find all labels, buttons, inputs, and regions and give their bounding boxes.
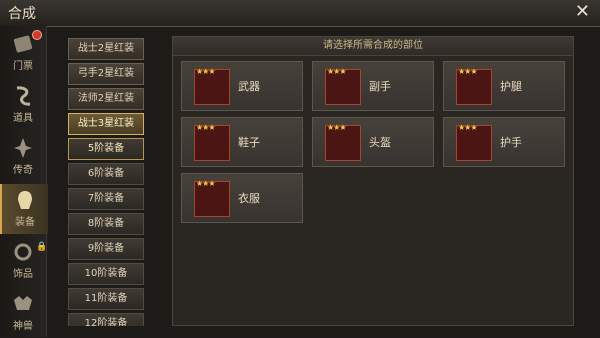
tier-8-equipment[interactable]: 8阶装备	[68, 213, 144, 235]
slot-stars: ★★★	[458, 123, 477, 132]
slot-leggings[interactable]: ★★★ 护腿	[443, 61, 565, 111]
slot-label: 护手	[500, 136, 522, 149]
panel-header: 请选择所需合成的部位	[173, 37, 573, 56]
nav-item-tickets[interactable]: 门票	[0, 28, 46, 78]
gauntlets-icon: ★★★	[456, 123, 492, 161]
nav-label-items: 道具	[13, 113, 33, 124]
leggings-icon: ★★★	[456, 67, 492, 105]
weapon-icon: ★★★	[194, 67, 230, 105]
tier-6-equipment[interactable]: 6阶装备	[68, 163, 144, 185]
helmet-icon: ★★★	[325, 123, 361, 161]
tier-9-equipment[interactable]: 9阶装备	[68, 238, 144, 260]
category-list[interactable]: 战士2星红装 弓手2星红装 法师2星红装 战士3星红装 5阶装备 6阶装备 7阶…	[66, 36, 146, 326]
tier-10-equipment[interactable]: 10阶装备	[68, 263, 144, 285]
category-archer-2star[interactable]: 弓手2星红装	[68, 63, 144, 85]
accessory-icon	[14, 243, 32, 261]
slot-label: 副手	[369, 80, 391, 93]
beast-icon	[14, 296, 32, 310]
nav-label-accessories: 饰品	[13, 269, 33, 280]
slot-stars: ★★★	[196, 179, 215, 188]
slot-label: 头盔	[369, 136, 391, 149]
title-bar: 合成 ✕	[0, 0, 600, 27]
nav-item-legend[interactable]: 传奇	[0, 132, 46, 182]
legend-icon	[14, 138, 32, 158]
tier-12-equipment[interactable]: 12阶装备	[68, 313, 144, 326]
offhand-icon: ★★★	[325, 67, 361, 105]
slot-label: 鞋子	[238, 136, 260, 149]
category-warrior-3star[interactable]: 战士3星红装	[68, 113, 144, 135]
slot-stars: ★★★	[196, 123, 215, 132]
tier-5-equipment[interactable]: 5阶装备	[68, 138, 144, 160]
item-icon	[16, 86, 31, 106]
notification-badge	[32, 30, 42, 40]
slot-armor[interactable]: ★★★ 衣服	[181, 173, 303, 223]
nav-item-equipment[interactable]: 装备	[0, 184, 48, 234]
tier-11-equipment[interactable]: 11阶装备	[68, 288, 144, 310]
slot-stars: ★★★	[458, 67, 477, 76]
nav-item-accessories[interactable]: 🔒 饰品	[0, 236, 48, 286]
slot-offhand[interactable]: ★★★ 副手	[312, 61, 434, 111]
left-nav: 门票 道具 传奇 装备 🔒 饰品 神兽	[0, 26, 48, 338]
tier-7-equipment[interactable]: 7阶装备	[68, 188, 144, 210]
slot-helmet[interactable]: ★★★ 头盔	[312, 117, 434, 167]
category-warrior-2star[interactable]: 战士2星红装	[68, 38, 144, 60]
lock-icon: 🔒	[36, 242, 48, 252]
equipment-panel: 请选择所需合成的部位 ★★★ 武器 ★★★ 副手 ★★★ 护腿 ★★★ 鞋子 ★…	[172, 36, 574, 326]
close-icon[interactable]: ✕	[575, 1, 590, 22]
window-title: 合成	[8, 6, 36, 22]
slot-weapon[interactable]: ★★★ 武器	[181, 61, 303, 111]
nav-label-tickets: 门票	[13, 61, 33, 72]
slot-label: 护腿	[500, 80, 522, 93]
category-mage-2star[interactable]: 法师2星红装	[68, 88, 144, 110]
nav-item-items[interactable]: 道具	[0, 80, 46, 130]
boots-icon: ★★★	[194, 123, 230, 161]
slot-label: 武器	[238, 80, 260, 93]
nav-label-equipment: 装备	[15, 217, 35, 228]
equipment-icon	[18, 191, 32, 209]
nav-label-legend: 传奇	[13, 165, 33, 176]
slot-gauntlets[interactable]: ★★★ 护手	[443, 117, 565, 167]
nav-item-beast[interactable]: 神兽	[0, 288, 46, 338]
nav-label-beast: 神兽	[13, 321, 33, 332]
slot-boots[interactable]: ★★★ 鞋子	[181, 117, 303, 167]
armor-icon: ★★★	[194, 179, 230, 217]
slot-label: 衣服	[238, 192, 260, 205]
slot-stars: ★★★	[196, 67, 215, 76]
slot-stars: ★★★	[327, 123, 346, 132]
slot-stars: ★★★	[327, 67, 346, 76]
